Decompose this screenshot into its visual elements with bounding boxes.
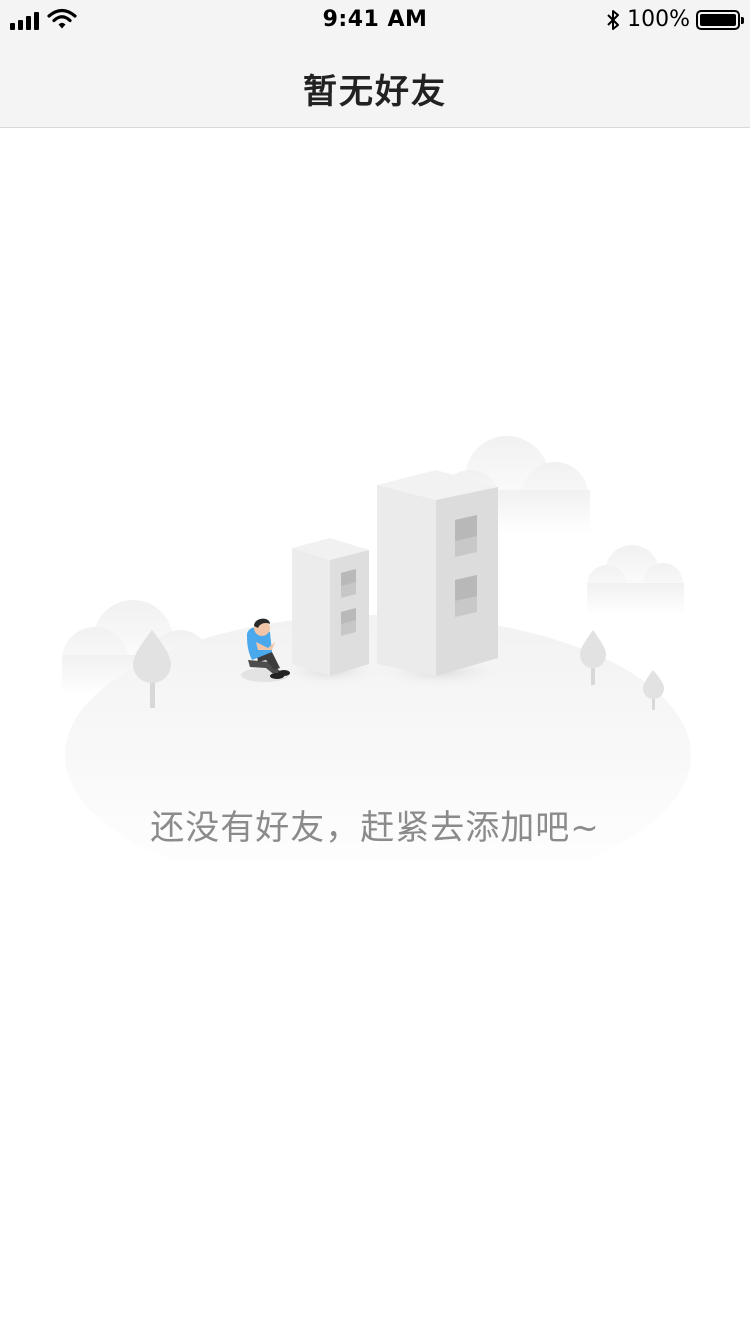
page-title: 暂无好友 bbox=[303, 72, 447, 112]
battery-icon bbox=[696, 9, 744, 30]
bluetooth-icon bbox=[607, 9, 620, 30]
empty-friends-illustration bbox=[62, 436, 691, 860]
navigation-bar: 暂无好友 bbox=[0, 40, 750, 128]
battery-percent: 100% bbox=[627, 7, 690, 32]
tall-building bbox=[377, 470, 498, 676]
small-building bbox=[292, 538, 369, 676]
empty-state-message: 还没有好友，赶紧去添加吧~ bbox=[150, 808, 600, 848]
cloud-shape bbox=[587, 545, 684, 615]
status-bar: 9:41 AM 100% bbox=[0, 0, 750, 40]
status-right: 100% bbox=[605, 7, 744, 32]
